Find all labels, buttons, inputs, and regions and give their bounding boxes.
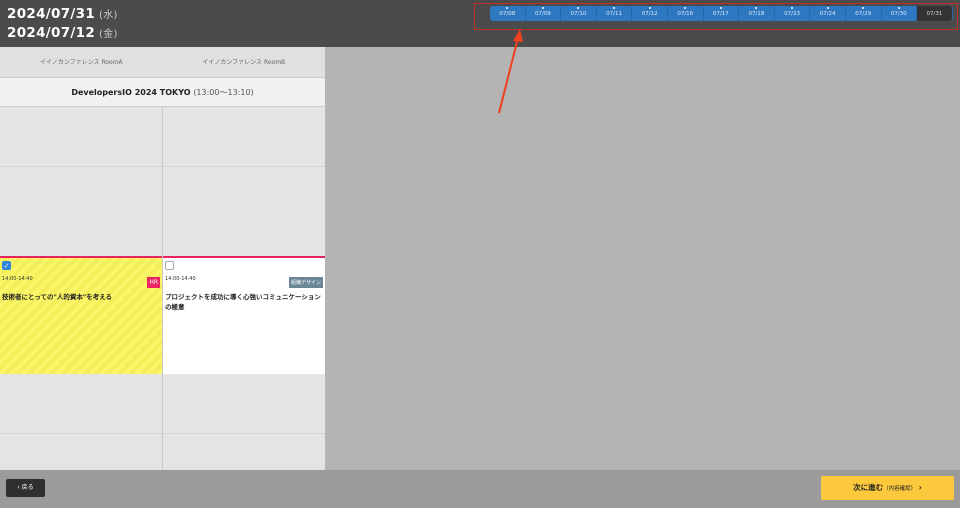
annotation-arrow-icon (498, 29, 523, 114)
